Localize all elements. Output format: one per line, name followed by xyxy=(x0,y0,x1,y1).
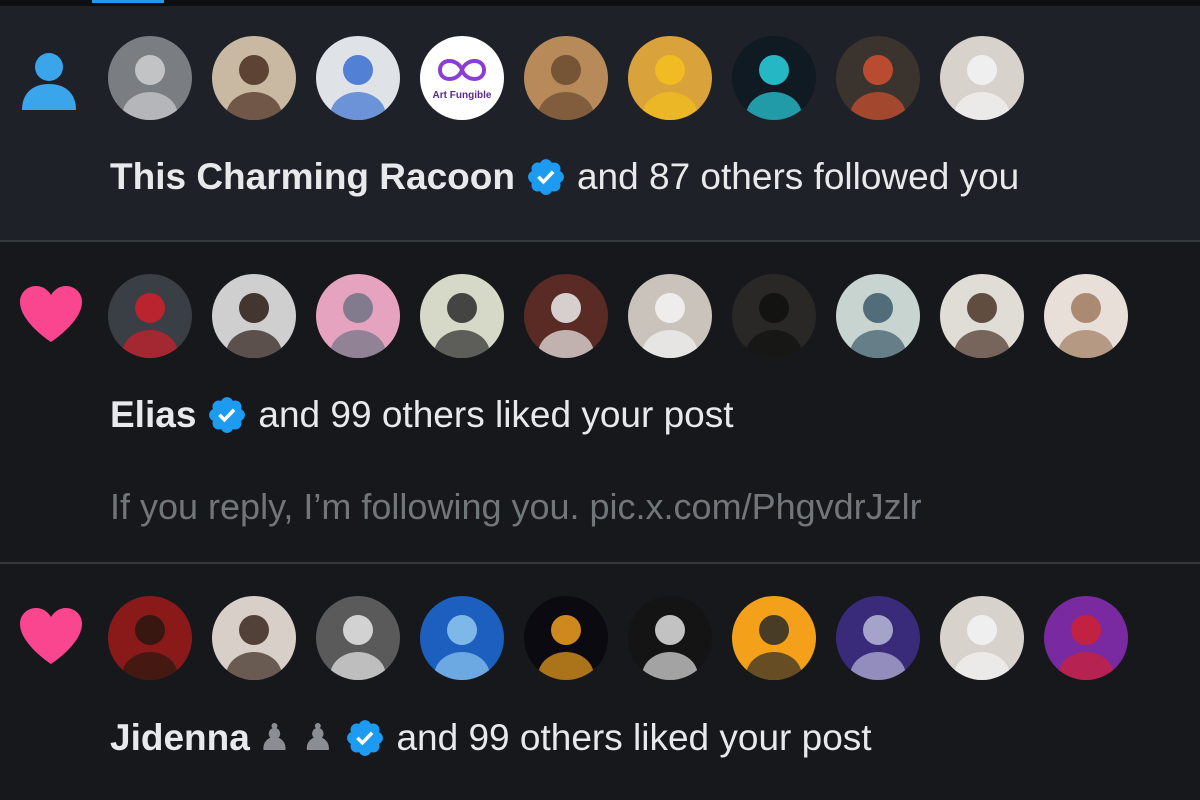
avatar[interactable] xyxy=(212,36,296,120)
avatar[interactable] xyxy=(836,596,920,680)
avatar[interactable] xyxy=(212,596,296,680)
notification-text: This Charming Racoon and 87 others follo… xyxy=(110,156,1019,198)
avatar[interactable] xyxy=(420,274,504,358)
avatar[interactable] xyxy=(420,596,504,680)
avatar[interactable] xyxy=(524,36,608,120)
notification-text: Elias and 99 others liked your post xyxy=(110,394,734,436)
avatar[interactable] xyxy=(732,36,816,120)
avatar[interactable] xyxy=(108,36,192,120)
avatar[interactable] xyxy=(212,274,296,358)
avatar[interactable] xyxy=(524,596,608,680)
avatar[interactable] xyxy=(940,596,1024,680)
avatar[interactable] xyxy=(836,274,920,358)
heart-icon xyxy=(18,284,84,349)
user-name[interactable]: Elias xyxy=(110,394,196,436)
active-tab-indicator xyxy=(92,0,164,3)
action-text: and 99 others liked your post xyxy=(258,394,734,435)
avatar[interactable] xyxy=(940,36,1024,120)
avatar[interactable] xyxy=(732,596,816,680)
avatar[interactable] xyxy=(1044,596,1128,680)
verified-badge-icon xyxy=(206,394,248,436)
user-name[interactable]: This Charming Racoon xyxy=(110,156,515,198)
avatar[interactable] xyxy=(628,36,712,120)
notification-like[interactable]: Jidenna ♟ ♟ and 99 others liked your pos… xyxy=(0,566,1200,800)
heart-icon xyxy=(18,606,84,671)
action-text: and 87 others followed you xyxy=(576,156,1020,197)
avatar[interactable] xyxy=(628,596,712,680)
avatar[interactable] xyxy=(628,274,712,358)
avatar[interactable] xyxy=(316,36,400,120)
avatar-logo-text: Art Fungible xyxy=(433,90,492,101)
verified-badge-icon xyxy=(344,717,386,759)
notification-like[interactable]: Elias and 99 others liked your post If y… xyxy=(0,244,1200,564)
person-icon xyxy=(18,48,80,115)
pawn-emoji: ♟ ♟ xyxy=(257,717,335,758)
avatar[interactable]: Art Fungible xyxy=(420,36,504,120)
notification-follow[interactable]: Art Fungible This Charming Racoon and 87… xyxy=(0,6,1200,242)
notification-text: Jidenna ♟ ♟ and 99 others liked your pos… xyxy=(110,716,872,759)
avatar[interactable] xyxy=(316,274,400,358)
avatar[interactable] xyxy=(1044,274,1128,358)
avatar[interactable] xyxy=(108,274,192,358)
action-text: and 99 others liked your post xyxy=(396,716,872,758)
user-name[interactable]: Jidenna xyxy=(110,717,250,759)
avatar[interactable] xyxy=(316,596,400,680)
avatar[interactable] xyxy=(836,36,920,120)
verified-badge-icon xyxy=(525,156,567,198)
avatar[interactable] xyxy=(524,274,608,358)
post-preview-text[interactable]: If you reply, I’m following you. pic.x.c… xyxy=(110,486,922,528)
avatar[interactable] xyxy=(108,596,192,680)
avatar[interactable] xyxy=(732,274,816,358)
avatar[interactable] xyxy=(940,274,1024,358)
